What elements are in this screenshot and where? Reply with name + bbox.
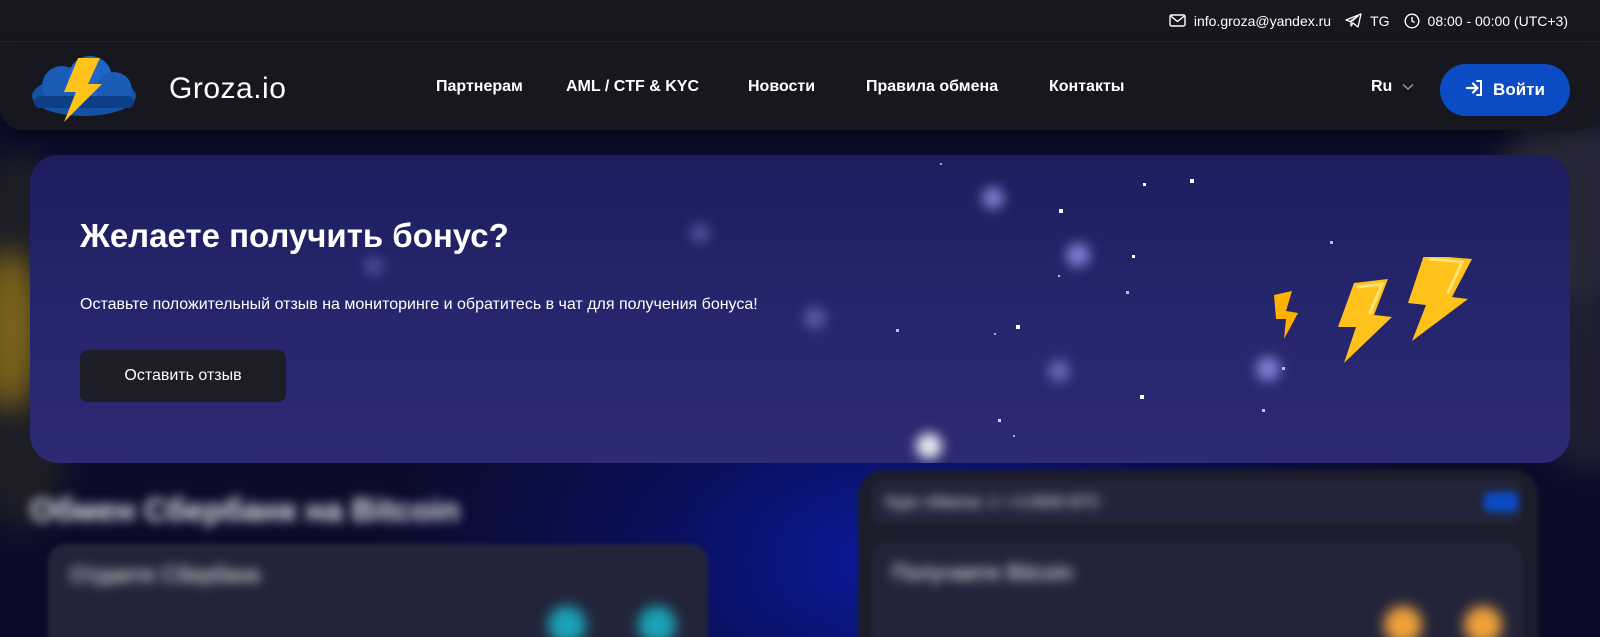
receive-title: Получаете Bitcoin: [892, 560, 1073, 585]
glow-decoration: [690, 223, 710, 243]
star-decoration: [940, 163, 942, 165]
exchange-panel: Обмен Сбербанк на Bitcoin Отдаете Сберба…: [30, 480, 830, 637]
star-decoration: [1126, 291, 1129, 294]
hours-text: 08:00 - 00:00 (UTC+3): [1427, 12, 1568, 29]
login-button[interactable]: Войти: [1440, 64, 1570, 116]
glow-decoration: [1066, 243, 1090, 267]
star-decoration: [1132, 255, 1135, 258]
mail-icon: [1169, 14, 1186, 27]
coin-icon: [638, 606, 676, 637]
receive-sub-panel: Получаете Bitcoin: [872, 542, 1522, 637]
star-decoration: [1016, 325, 1020, 329]
glow-decoration: [804, 307, 826, 329]
glow-decoration: [982, 187, 1004, 209]
rate-badge: [1484, 492, 1518, 512]
nav-item-contacts[interactable]: Контакты: [1049, 78, 1159, 96]
nav-item-partners[interactable]: Партнерам: [436, 78, 566, 96]
chevron-down-icon: [1402, 78, 1414, 96]
language-label: Ru: [1371, 78, 1393, 95]
lightning-bolts-icon: [1262, 255, 1472, 387]
banner-title: Желаете получить бонус?: [80, 217, 509, 254]
contact-telegram[interactable]: TG: [1345, 12, 1390, 29]
star-decoration: [1330, 241, 1333, 244]
main-header: Groza.io Партнерам AML / CTF & KYC Новос…: [0, 42, 1600, 130]
working-hours: 08:00 - 00:00 (UTC+3): [1404, 13, 1568, 29]
star-decoration: [1140, 395, 1144, 399]
give-title: Отдаете Сбербанк: [70, 562, 261, 587]
receive-panel: Курс обмена: 1 = 0.0000 BTC Получаете Bi…: [858, 470, 1538, 637]
top-info-bar: info.groza@yandex.ru TG 08:00 - 00:00 (U…: [0, 0, 1600, 42]
email-text: info.groza@yandex.ru: [1193, 12, 1332, 29]
telegram-icon: [1345, 13, 1362, 28]
give-panel: Отдаете Сбербанк: [48, 544, 708, 637]
coin-icon: [1464, 606, 1502, 637]
telegram-text: TG: [1370, 12, 1390, 29]
language-select[interactable]: Ru: [1371, 78, 1414, 96]
bonus-banner: Желаете получить бонус? Оставьте положит…: [30, 155, 1570, 463]
nav-item-rules[interactable]: Правила обмена: [866, 78, 1049, 96]
glow-decoration: [365, 257, 383, 275]
star-decoration: [1013, 435, 1015, 437]
star-decoration: [1059, 209, 1063, 213]
star-decoration: [998, 419, 1001, 422]
leave-review-button[interactable]: Оставить отзыв: [80, 350, 286, 402]
main-nav: Партнерам AML / CTF & KYC Новости Правил…: [436, 78, 1159, 96]
star-decoration: [1190, 179, 1194, 183]
contact-email[interactable]: info.groza@yandex.ru: [1169, 13, 1331, 29]
glow-decoration: [1048, 360, 1070, 382]
star-decoration: [896, 329, 899, 332]
star-decoration: [994, 333, 996, 335]
logo-icon[interactable]: [28, 56, 140, 124]
banner-text: Оставьте положительный отзыв на монитори…: [80, 296, 758, 313]
star-decoration: [1262, 409, 1265, 412]
star-decoration: [1143, 183, 1146, 186]
coin-icon: [548, 606, 586, 637]
clock-icon: [1404, 12, 1420, 29]
page: info.groza@yandex.ru TG 08:00 - 00:00 (U…: [0, 0, 1600, 637]
nav-item-aml[interactable]: AML / CTF & KYC: [566, 78, 748, 96]
star-decoration: [1058, 275, 1060, 277]
exchange-title: Обмен Сбербанк на Bitcoin: [30, 492, 460, 528]
rate-bar: Курс обмена: 1 = 0.0000 BTC: [872, 480, 1522, 524]
brand-name[interactable]: Groza.io: [169, 72, 286, 106]
coin-icon: [1384, 606, 1422, 637]
rate-text: Курс обмена: 1 = 0.0000 BTC: [886, 494, 1102, 511]
glow-decoration: [916, 433, 942, 459]
nav-item-news[interactable]: Новости: [748, 78, 866, 96]
login-label: Войти: [1493, 80, 1545, 99]
login-icon: [1465, 79, 1483, 102]
